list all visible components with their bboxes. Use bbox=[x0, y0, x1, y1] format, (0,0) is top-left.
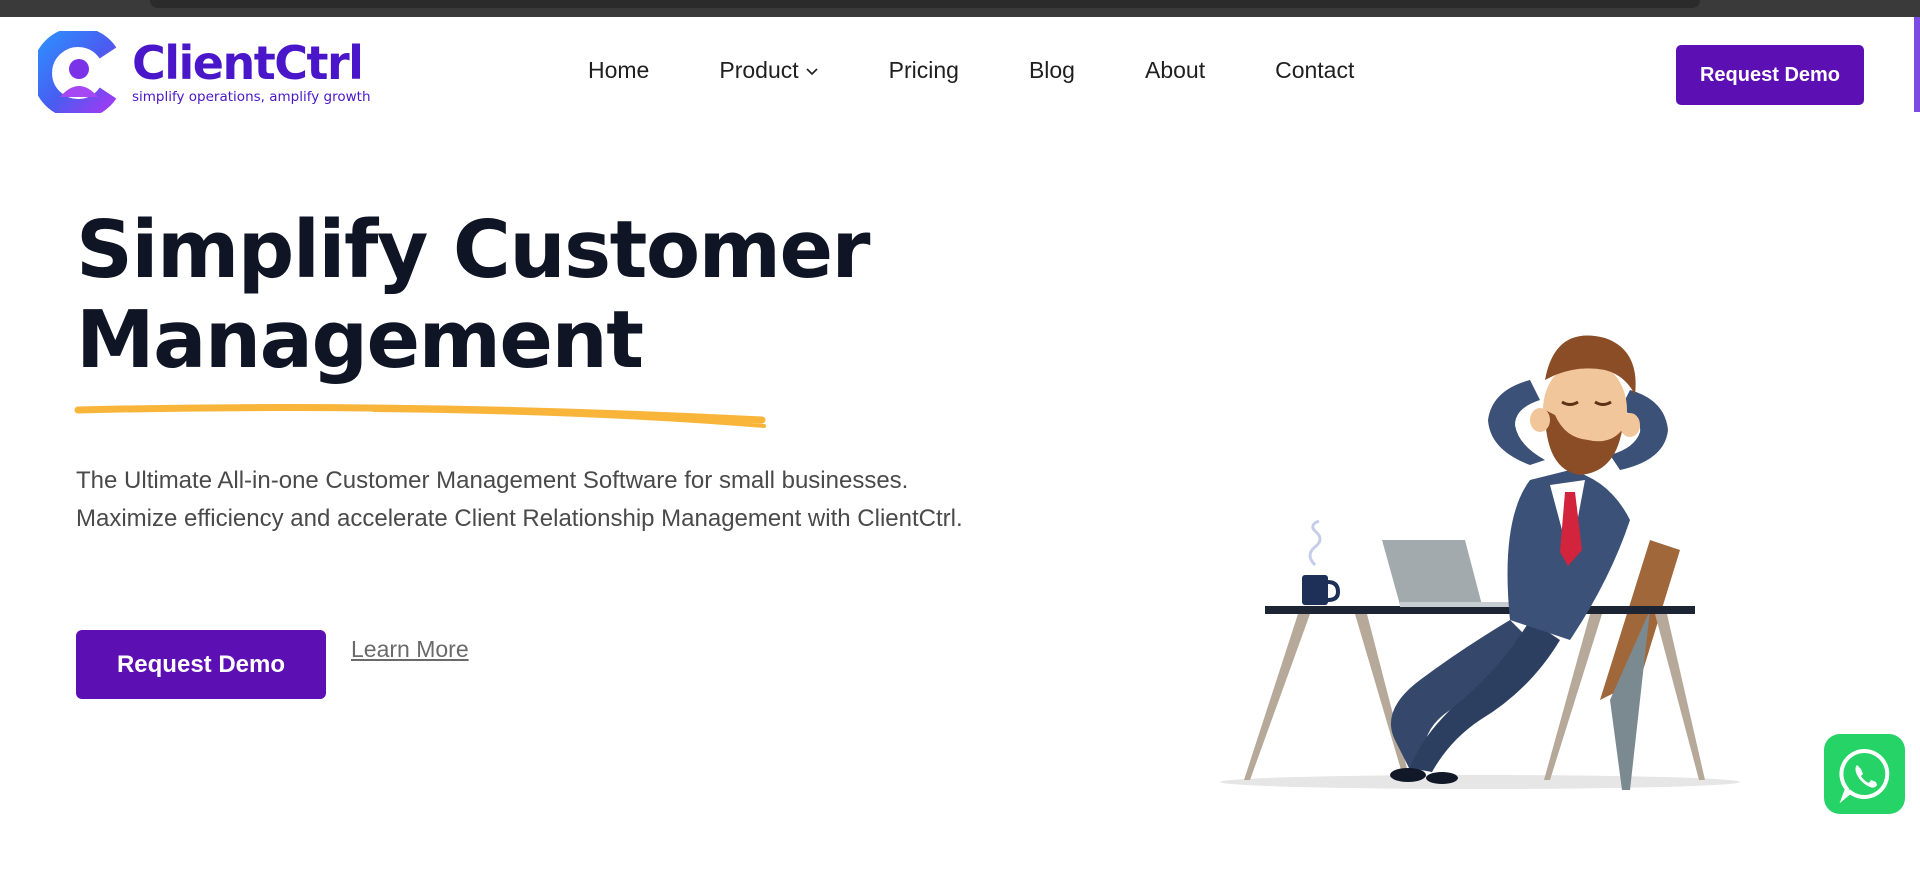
nav-pricing[interactable]: Pricing bbox=[889, 57, 959, 84]
hero-title-line1: Simplify Customer bbox=[76, 204, 871, 296]
whatsapp-chat-button[interactable] bbox=[1824, 734, 1905, 814]
scroll-accent-bar bbox=[1914, 17, 1920, 112]
hero-subtitle-line2: Maximize efficiency and accelerate Clien… bbox=[76, 505, 963, 532]
browser-bar bbox=[150, 0, 1700, 8]
hero-request-demo-button[interactable]: Request Demo bbox=[76, 630, 326, 699]
site-logo[interactable]: ClientCtrl simplify operations, amplify … bbox=[32, 27, 378, 119]
relaxed-businessman-illustration bbox=[1220, 335, 1740, 790]
nav-home[interactable]: Home bbox=[588, 57, 649, 84]
nav-product-label: Product bbox=[719, 57, 799, 83]
learn-more-link[interactable]: Learn More bbox=[351, 636, 469, 663]
hero-subtitle: The Ultimate All-in-one Customer Managem… bbox=[76, 462, 963, 538]
logo-mark-icon bbox=[32, 27, 120, 119]
nav-about[interactable]: About bbox=[1145, 57, 1205, 84]
whatsapp-icon bbox=[1838, 748, 1889, 803]
nav-contact[interactable]: Contact bbox=[1275, 57, 1354, 84]
main-nav: Home Product Pricing Blog About Contact bbox=[588, 57, 1354, 84]
nav-blog[interactable]: Blog bbox=[1029, 57, 1075, 84]
hero-subtitle-line1: The Ultimate All-in-one Customer Managem… bbox=[76, 467, 909, 494]
hero-title-line2: Management bbox=[76, 294, 644, 386]
title-underline-decoration bbox=[74, 404, 766, 428]
logo-tagline: simplify operations, amplify growth bbox=[132, 88, 371, 105]
site-header: ClientCtrl simplify operations, amplify … bbox=[0, 17, 1920, 119]
browser-top-strip bbox=[0, 0, 1920, 17]
nav-product[interactable]: Product bbox=[719, 57, 818, 84]
hero-title: Simplify Customer Management bbox=[76, 204, 871, 386]
header-request-demo-button[interactable]: Request Demo bbox=[1676, 45, 1864, 105]
logo-name: ClientCtrl bbox=[132, 35, 364, 90]
chevron-down-icon bbox=[806, 67, 818, 75]
